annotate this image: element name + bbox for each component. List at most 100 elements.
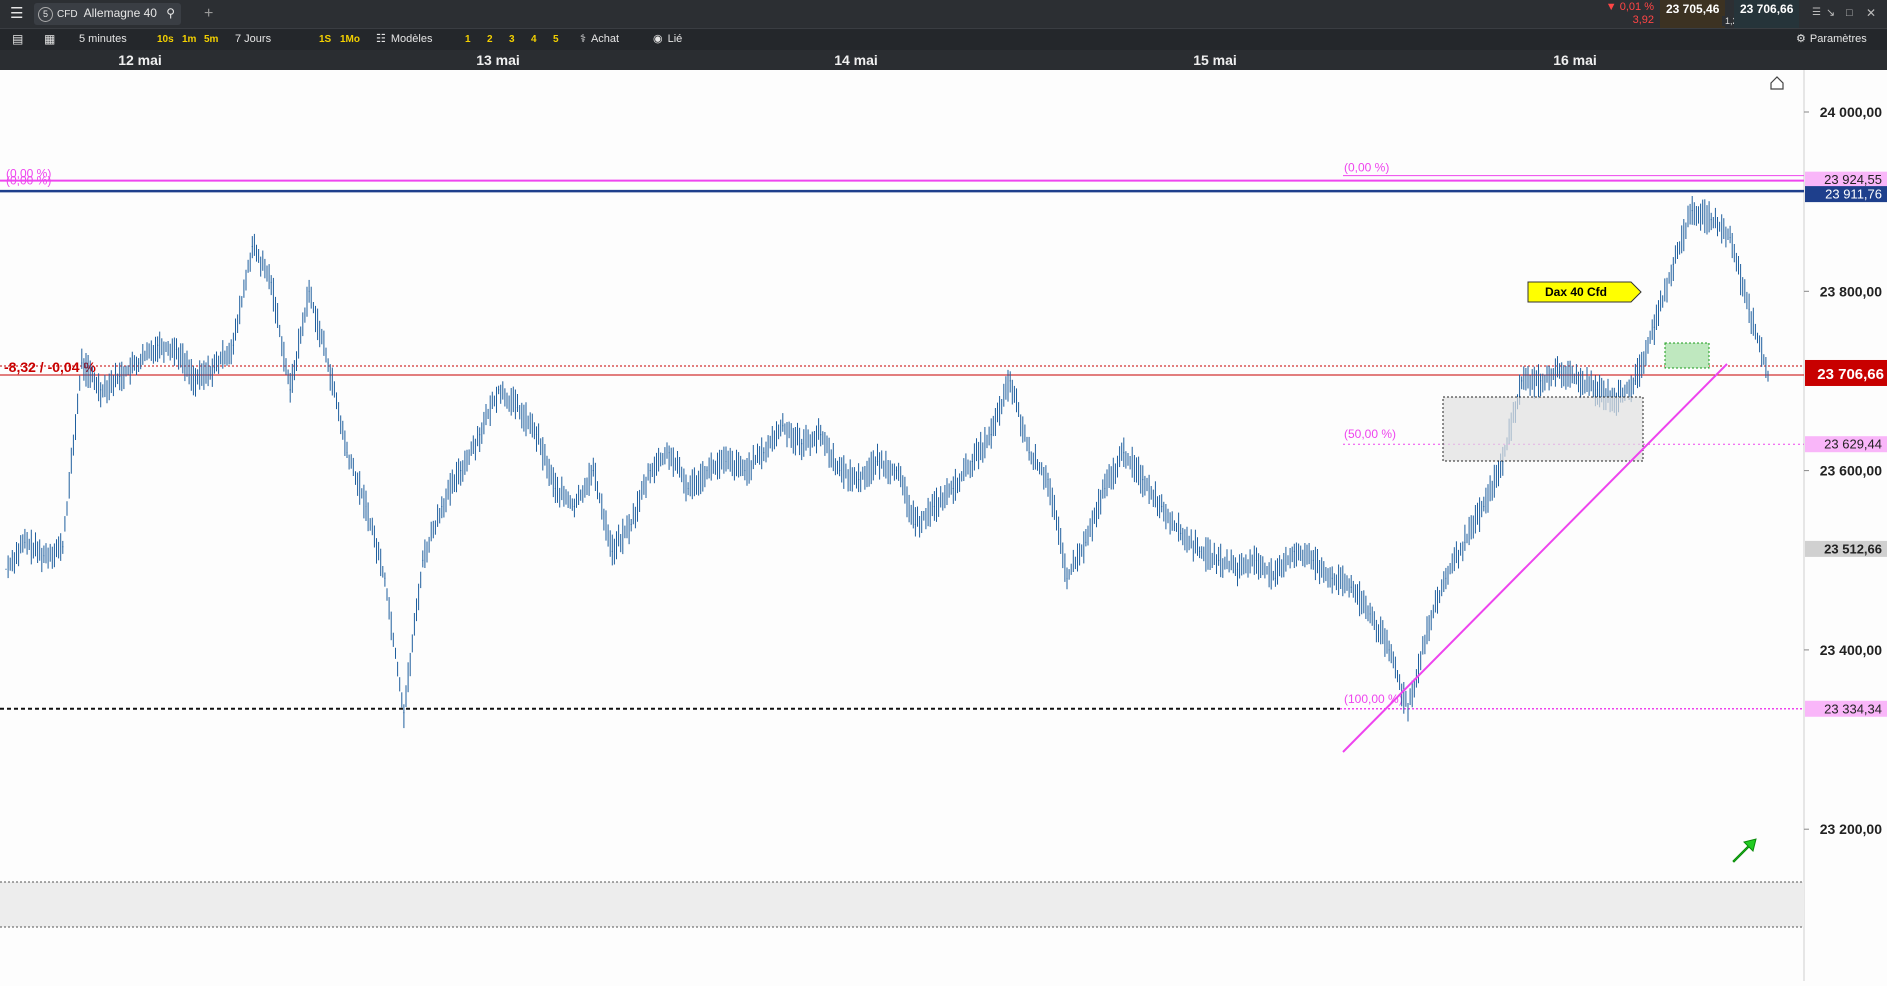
chart-list-icon[interactable]: ▤ (12, 29, 23, 50)
collapse-icon[interactable]: ↘ (1826, 3, 1835, 24)
price-point (346, 452, 348, 454)
price-point (1483, 505, 1485, 508)
price-point (251, 245, 253, 248)
linked-button[interactable]: ◉ Lié (653, 29, 682, 50)
price-point (43, 555, 45, 557)
price-point (839, 470, 841, 472)
breakout-box[interactable] (1664, 342, 1710, 369)
buy-button[interactable]: ⚕ Achat (580, 29, 619, 50)
price-point (1312, 559, 1314, 561)
interval-5m-button[interactable]: 5m (204, 29, 218, 50)
price-point (801, 443, 803, 445)
maximize-icon[interactable]: □ (1846, 3, 1853, 24)
price-point (895, 470, 898, 472)
price-point (763, 452, 765, 454)
period-dropdown[interactable]: 7 Jours (235, 29, 271, 50)
price-point (1104, 487, 1106, 490)
price-point (1407, 708, 1409, 710)
dax-annotation[interactable]: Dax 40 Cfd (1527, 281, 1642, 303)
price-point (630, 523, 632, 525)
price-point (81, 362, 83, 364)
settings-label: Paramètres (1809, 33, 1867, 45)
price-point (441, 505, 443, 508)
interval-1m-button[interactable]: 1m (182, 29, 196, 50)
period-1mo-button[interactable]: 1Mo (340, 29, 360, 50)
annotation-label: Dax 40 Cfd (1545, 285, 1607, 299)
change-pct: ▼ 0,01 % (1605, 1, 1654, 13)
price-point (1123, 452, 1125, 454)
price-point (1142, 479, 1144, 481)
layout-2-button[interactable]: 2 (487, 29, 493, 50)
buy-label: Achat (590, 33, 620, 45)
change-indicator: ▼ 0,01 % 3,92 (1596, 1, 1654, 26)
close-icon[interactable]: ✕ (1866, 3, 1876, 24)
price-point (858, 479, 860, 481)
instrument-tab[interactable]: 5 CFD Allemagne 40 ⚲ (34, 3, 182, 25)
menu-button[interactable]: ☰ (10, 3, 23, 24)
price-point (1464, 541, 1466, 543)
price-point (687, 487, 689, 490)
layout-4-button[interactable]: 4 (531, 29, 537, 50)
consolidation-box[interactable] (1442, 396, 1644, 462)
period-1s-button[interactable]: 1S (319, 29, 331, 50)
price-point (5, 568, 7, 570)
price-point (573, 505, 576, 508)
price-point (1236, 568, 1239, 570)
price-point (1199, 550, 1201, 552)
price-point (1180, 532, 1182, 534)
y-tick-label: 23 800,00 (1820, 283, 1882, 299)
price-point (1085, 541, 1087, 543)
layout-5-button[interactable]: 5 (553, 29, 559, 50)
price-point (971, 461, 973, 463)
date-axis: 12 mai 13 mai 14 mai 15 mai 16 mai (0, 50, 1887, 70)
price-point (1729, 236, 1731, 239)
date-label: 15 mai (1193, 52, 1237, 68)
fib-percent-label: (0,00 %) (6, 174, 51, 188)
date-label: 12 mai (118, 52, 162, 68)
price-tag-label: 23 512,66 (1824, 541, 1882, 556)
price-point (403, 712, 405, 714)
fib-percent-label: (0,00 %) (1344, 161, 1389, 175)
timeframe-dropdown[interactable]: 5 minutes (79, 29, 127, 50)
buy-icon: ⚕ (580, 33, 586, 45)
add-tab-button[interactable]: + (204, 3, 213, 24)
search-icon[interactable]: ⚲ (166, 3, 175, 23)
price-point (725, 461, 727, 463)
buy-price: 23 706,66 (1740, 2, 1794, 16)
price-point (1710, 219, 1712, 221)
price-chart[interactable]: (0,00 %)(50,00 %)(100,00 %)(0,00 %)(0,00… (0, 70, 1887, 981)
price-point (668, 452, 670, 454)
price-point (384, 577, 386, 579)
price-point (1634, 380, 1636, 382)
grid-layout-icon[interactable]: ▦ (44, 29, 55, 50)
sell-price-button[interactable]: 23 705,46 (1660, 0, 1726, 28)
list-icon[interactable]: ☰ (1812, 2, 1821, 23)
models-button[interactable]: ☷ Modèles (376, 29, 432, 50)
settings-button[interactable]: ⚙ Paramètres (1796, 29, 1867, 50)
price-point (649, 470, 651, 472)
fib-percent-label: (100,00 %) (1344, 692, 1403, 706)
gear-icon: ⚙ (1796, 33, 1806, 45)
grey-zone (0, 882, 1804, 927)
price-point (1653, 326, 1655, 328)
price-point (782, 425, 784, 427)
price-point (933, 505, 936, 508)
price-point (1293, 550, 1295, 552)
instrument-badge: 5 (38, 7, 53, 22)
price-point (706, 470, 708, 472)
price-point (1066, 577, 1068, 579)
price-point (1691, 210, 1693, 212)
y-tick-label: 23 200,00 (1820, 821, 1882, 837)
instrument-type: CFD (57, 9, 78, 20)
interval-10s-button[interactable]: 10s (157, 29, 174, 50)
layout-3-button[interactable]: 3 (509, 29, 515, 50)
price-point (820, 434, 822, 436)
price-point (744, 470, 746, 472)
price-point (308, 290, 310, 292)
chart-area[interactable]: (0,00 %) (50,00 %) (100,00 %) (0,00 %) (0,00… (0, 70, 1887, 981)
buy-price-button[interactable]: 23 706,66 (1734, 0, 1800, 28)
price-tag-label: 23 334,34 (1824, 701, 1882, 716)
price-point (952, 487, 954, 490)
layout-1-button[interactable]: 1 (465, 29, 471, 50)
price-point (1009, 380, 1011, 382)
